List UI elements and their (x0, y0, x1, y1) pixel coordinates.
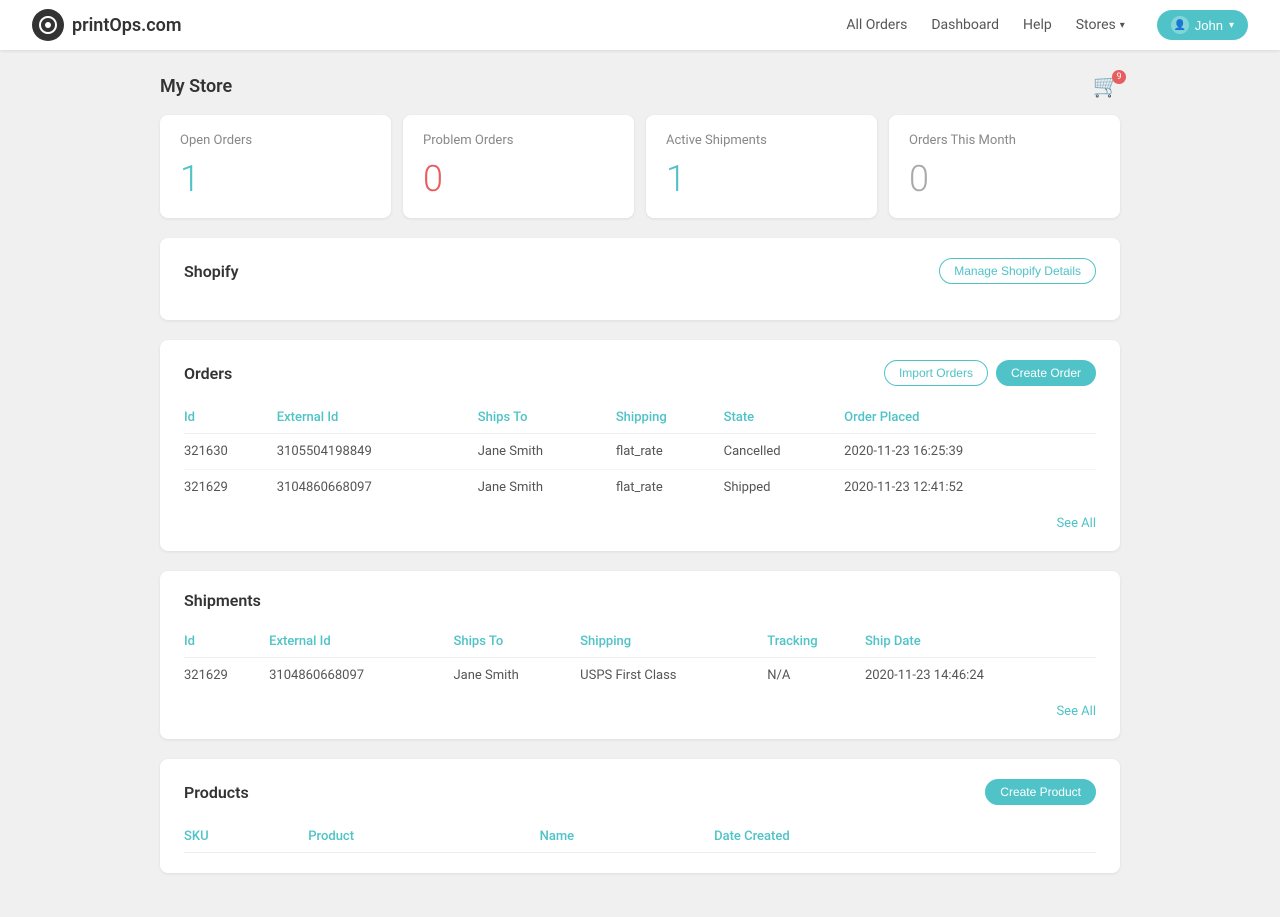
import-orders-button[interactable]: Import Orders (884, 360, 988, 386)
stat-card-open-orders: Open Orders 1 (160, 115, 391, 218)
stat-label-problem-orders: Problem Orders (423, 133, 614, 148)
orders-see-all-row: See All (184, 505, 1096, 531)
col-state: State (724, 402, 845, 434)
order-ships-to: Jane Smith (478, 470, 616, 506)
shipments-section: Shipments Id External Id Ships To Shippi… (160, 571, 1120, 739)
stat-value-active-shipments: 1 (666, 158, 857, 200)
ship-col-tracking: Tracking (767, 626, 865, 658)
stat-card-problem-orders: Problem Orders 0 (403, 115, 634, 218)
order-state: Shipped (724, 470, 845, 506)
order-placed: 2020-11-23 16:25:39 (844, 434, 1096, 470)
shopify-section: Shopify Manage Shopify Details (160, 238, 1120, 320)
orders-see-all-link[interactable]: See All (1056, 516, 1096, 531)
brand-logo[interactable]: printOps.com (32, 9, 182, 41)
order-placed: 2020-11-23 12:41:52 (844, 470, 1096, 506)
orders-table-body: 321630 3105504198849 Jane Smith flat_rat… (184, 434, 1096, 506)
shipments-section-header: Shipments (184, 591, 1096, 610)
stat-cards: Open Orders 1 Problem Orders 0 Active Sh… (160, 115, 1120, 218)
col-ships-to: Ships To (478, 402, 616, 434)
create-product-button[interactable]: Create Product (985, 779, 1096, 805)
prod-col-sku: SKU (184, 821, 308, 853)
shipments-table: Id External Id Ships To Shipping Trackin… (184, 626, 1096, 693)
stat-value-open-orders: 1 (180, 158, 371, 200)
create-order-button[interactable]: Create Order (996, 360, 1096, 386)
table-row[interactable]: 321630 3105504198849 Jane Smith flat_rat… (184, 434, 1096, 470)
logo-icon (32, 9, 64, 41)
shipments-table-body: 321629 3104860668097 Jane Smith USPS Fir… (184, 658, 1096, 694)
products-table-header: SKU Product Name Date Created (184, 821, 1096, 853)
manage-shopify-button[interactable]: Manage Shopify Details (939, 258, 1096, 284)
stat-card-orders-month: Orders This Month 0 (889, 115, 1120, 218)
nav-help[interactable]: Help (1023, 17, 1052, 33)
order-shipping: flat_rate (616, 434, 724, 470)
orders-actions: Import Orders Create Order (884, 360, 1096, 386)
order-id: 321630 (184, 434, 277, 470)
products-section: Products Create Product SKU Product Name… (160, 759, 1120, 873)
shipment-id: 321629 (184, 658, 269, 694)
user-avatar-icon: 👤 (1171, 16, 1189, 34)
col-id: Id (184, 402, 277, 434)
stat-value-problem-orders: 0 (423, 158, 614, 200)
stat-label-active-shipments: Active Shipments (666, 133, 857, 148)
stat-label-open-orders: Open Orders (180, 133, 371, 148)
products-section-header: Products Create Product (184, 779, 1096, 805)
shipment-external-id: 3104860668097 (269, 658, 453, 694)
cart-badge: 9 (1112, 70, 1126, 84)
shipment-ships-to: Jane Smith (454, 658, 581, 694)
orders-title: Orders (184, 364, 232, 383)
products-table: SKU Product Name Date Created (184, 821, 1096, 853)
ship-col-ships-to: Ships To (454, 626, 581, 658)
order-state: Cancelled (724, 434, 845, 470)
stat-label-orders-month: Orders This Month (909, 133, 1100, 148)
shipment-ship-date: 2020-11-23 14:46:24 (865, 658, 1096, 694)
navbar: printOps.com All Orders Dashboard Help S… (0, 0, 1280, 50)
prod-col-name: Name (540, 821, 714, 853)
orders-table-header: Id External Id Ships To Shipping State O… (184, 402, 1096, 434)
shipments-table-header: Id External Id Ships To Shipping Trackin… (184, 626, 1096, 658)
main-content: My Store 🛒 9 Open Orders 1 Problem Order… (0, 50, 1280, 917)
prod-col-date-created: Date Created (714, 821, 1096, 853)
order-ships-to: Jane Smith (478, 434, 616, 470)
order-external-id: 3104860668097 (277, 470, 478, 506)
col-order-placed: Order Placed (844, 402, 1096, 434)
orders-table: Id External Id Ships To Shipping State O… (184, 402, 1096, 505)
store-header: My Store 🛒 9 (160, 74, 1120, 99)
shopify-section-header: Shopify Manage Shopify Details (184, 258, 1096, 284)
products-title: Products (184, 783, 249, 802)
ship-col-ship-date: Ship Date (865, 626, 1096, 658)
nav-links: All Orders Dashboard Help Stores ▾ 👤 Joh… (846, 10, 1248, 40)
stat-card-active-shipments: Active Shipments 1 (646, 115, 877, 218)
stat-value-orders-month: 0 (909, 158, 1100, 200)
orders-section: Orders Import Orders Create Order Id Ext… (160, 340, 1120, 551)
shipments-title: Shipments (184, 591, 261, 610)
table-row[interactable]: 321629 3104860668097 Jane Smith USPS Fir… (184, 658, 1096, 694)
stores-chevron-icon: ▾ (1120, 20, 1125, 31)
shipment-shipping: USPS First Class (580, 658, 767, 694)
nav-all-orders[interactable]: All Orders (846, 17, 907, 33)
shipment-tracking: N/A (767, 658, 865, 694)
shopify-title: Shopify (184, 262, 239, 281)
shipments-see-all-row: See All (184, 693, 1096, 719)
col-external-id: External Id (277, 402, 478, 434)
ship-col-external-id: External Id (269, 626, 453, 658)
brand-name: printOps.com (72, 15, 182, 36)
order-external-id: 3105504198849 (277, 434, 478, 470)
ship-col-id: Id (184, 626, 269, 658)
store-title: My Store (160, 76, 232, 97)
col-shipping: Shipping (616, 402, 724, 434)
order-id: 321629 (184, 470, 277, 506)
cart-button[interactable]: 🛒 9 (1093, 74, 1120, 99)
nav-dashboard[interactable]: Dashboard (931, 17, 999, 33)
orders-section-header: Orders Import Orders Create Order (184, 360, 1096, 386)
prod-col-product: Product (308, 821, 539, 853)
order-shipping: flat_rate (616, 470, 724, 506)
nav-stores-dropdown[interactable]: Stores ▾ (1076, 17, 1125, 33)
ship-col-shipping: Shipping (580, 626, 767, 658)
user-chevron-icon: ▾ (1229, 20, 1234, 31)
shipments-see-all-link[interactable]: See All (1056, 704, 1096, 719)
table-row[interactable]: 321629 3104860668097 Jane Smith flat_rat… (184, 470, 1096, 506)
user-menu-button[interactable]: 👤 John ▾ (1157, 10, 1248, 40)
